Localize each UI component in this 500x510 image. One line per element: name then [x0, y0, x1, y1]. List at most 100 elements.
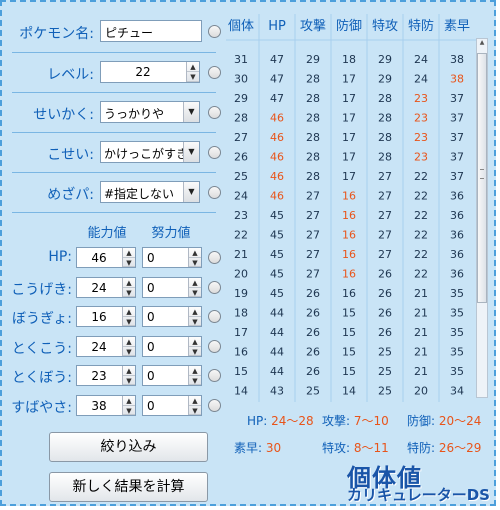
stat-row-label: こうげき: — [11, 282, 72, 298]
level-spin-buttons[interactable]: ▲ ▼ — [186, 62, 199, 82]
hidden-power-select[interactable]: #指定しない ▼ — [100, 181, 200, 203]
nature-radio[interactable] — [208, 106, 221, 119]
table-cell: 44 — [270, 307, 284, 320]
ev-value-stepper[interactable]: 0 ▲ ▼ — [142, 365, 202, 386]
spin-down-icon[interactable]: ▼ — [189, 406, 201, 415]
spin-up-icon[interactable]: ▲ — [189, 278, 201, 288]
spin-up-icon[interactable]: ▲ — [123, 337, 135, 347]
spin-up-icon[interactable]: ▲ — [189, 396, 201, 406]
spin-down-icon[interactable]: ▼ — [123, 376, 135, 385]
stat-spin-buttons[interactable]: ▲ ▼ — [122, 307, 135, 326]
table-cell: 28 — [378, 131, 392, 144]
ev-spin-buttons[interactable]: ▲ ▼ — [188, 248, 201, 267]
ev-value: 0 — [147, 340, 155, 354]
stat-row-radio[interactable] — [208, 399, 221, 412]
spin-down-icon[interactable]: ▼ — [189, 258, 201, 267]
ev-value-stepper[interactable]: 0 ▲ ▼ — [142, 247, 202, 268]
spin-down-icon[interactable]: ▼ — [123, 258, 135, 267]
ev-spin-buttons[interactable]: ▲ ▼ — [188, 366, 201, 385]
table-cell: 37 — [450, 92, 464, 105]
spin-up-icon[interactable]: ▲ — [187, 62, 199, 72]
spin-down-icon[interactable]: ▼ — [189, 317, 201, 326]
stat-row-radio[interactable] — [208, 251, 221, 264]
stat-value-stepper[interactable]: 24 ▲ ▼ — [76, 277, 136, 298]
table-cell: 43 — [270, 385, 284, 398]
spin-down-icon[interactable]: ▼ — [123, 288, 135, 297]
stat-spin-buttons[interactable]: ▲ ▼ — [122, 337, 135, 356]
spin-up-icon[interactable]: ▲ — [123, 396, 135, 406]
stat-value-stepper[interactable]: 46 ▲ ▼ — [76, 247, 136, 268]
nature-select[interactable]: うっかりや ▼ — [100, 101, 200, 123]
spin-up-icon[interactable]: ▲ — [189, 337, 201, 347]
spin-down-icon[interactable]: ▼ — [189, 288, 201, 297]
spin-up-icon[interactable]: ▲ — [189, 248, 201, 258]
ev-spin-buttons[interactable]: ▲ ▼ — [188, 337, 201, 356]
stat-spin-buttons[interactable]: ▲ ▼ — [122, 396, 135, 415]
trait-select[interactable]: かけっこがすき ▼ — [100, 141, 200, 163]
chevron-down-icon[interactable]: ▼ — [183, 182, 199, 202]
stat-spin-buttons[interactable]: ▲ ▼ — [122, 248, 135, 267]
table-cell: 26 — [234, 151, 248, 164]
stat-row-radio[interactable] — [208, 340, 221, 353]
stat-row-radio[interactable] — [208, 310, 221, 323]
table-cell: 45 — [270, 248, 284, 261]
ev-value-stepper[interactable]: 0 ▲ ▼ — [142, 277, 202, 298]
level-stepper[interactable]: 22 ▲ ▼ — [100, 61, 200, 83]
ev-spin-buttons[interactable]: ▲ ▼ — [188, 307, 201, 326]
chevron-down-icon[interactable]: ▼ — [183, 142, 199, 162]
spin-down-icon[interactable]: ▼ — [189, 376, 201, 385]
table-cell: 23 — [234, 209, 248, 222]
spin-up-icon[interactable]: ▲ — [123, 278, 135, 288]
spin-down-icon[interactable]: ▼ — [123, 317, 135, 326]
trait-radio[interactable] — [208, 146, 221, 159]
pokemon-name-input[interactable]: ピチュー — [100, 20, 202, 42]
spin-up-icon[interactable]: ▲ — [123, 248, 135, 258]
recalculate-button[interactable]: 新しく結果を計算 — [49, 472, 208, 502]
ev-spin-buttons[interactable]: ▲ ▼ — [188, 396, 201, 415]
ev-value-stepper[interactable]: 0 ▲ ▼ — [142, 336, 202, 357]
table-cell: 22 — [414, 190, 428, 203]
stat-spin-buttons[interactable]: ▲ ▼ — [122, 366, 135, 385]
spin-down-icon[interactable]: ▼ — [189, 347, 201, 356]
table-scrollbar[interactable]: ▲ — [476, 38, 488, 398]
spin-up-icon[interactable]: ▲ — [123, 366, 135, 376]
stat-value-stepper[interactable]: 16 ▲ ▼ — [76, 306, 136, 327]
ev-spin-buttons[interactable]: ▲ ▼ — [188, 278, 201, 297]
stat-value-stepper[interactable]: 38 ▲ ▼ — [76, 395, 136, 416]
table-cell: 45 — [270, 229, 284, 242]
stat-value-stepper[interactable]: 23 ▲ ▼ — [76, 365, 136, 386]
table-header[interactable]: 特防 — [408, 18, 434, 34]
spin-up-icon[interactable]: ▲ — [189, 366, 201, 376]
spin-up-icon[interactable]: ▲ — [123, 307, 135, 317]
table-header[interactable]: 特攻 — [372, 19, 398, 34]
table-cell: 29 — [378, 53, 392, 66]
table-header[interactable]: HP — [268, 19, 286, 34]
table-cell: 24 — [414, 53, 428, 66]
pokemon-radio[interactable] — [208, 25, 221, 38]
table-cell: 37 — [450, 170, 464, 183]
stat-row-radio[interactable] — [208, 281, 221, 294]
table-header[interactable]: 攻撃 — [300, 18, 326, 34]
spin-up-icon[interactable]: ▲ — [189, 307, 201, 317]
table-header[interactable]: 素早 — [444, 19, 470, 34]
ev-value-stepper[interactable]: 0 ▲ ▼ — [142, 395, 202, 416]
table-cell: 27 — [306, 229, 320, 242]
spd-range-label: 特防: — [407, 441, 436, 455]
spin-down-icon[interactable]: ▼ — [187, 72, 199, 82]
scrollbar-thumb[interactable] — [477, 53, 487, 303]
scroll-up-icon[interactable]: ▲ — [478, 39, 486, 51]
level-radio[interactable] — [208, 66, 221, 79]
spin-down-icon[interactable]: ▼ — [123, 347, 135, 356]
ev-value-stepper[interactable]: 0 ▲ ▼ — [142, 306, 202, 327]
chevron-down-icon[interactable]: ▼ — [183, 102, 199, 122]
table-header[interactable]: 個体 — [228, 19, 254, 34]
table-cell: 35 — [450, 307, 464, 320]
stat-spin-buttons[interactable]: ▲ ▼ — [122, 278, 135, 297]
stat-value-stepper[interactable]: 24 ▲ ▼ — [76, 336, 136, 357]
filter-button[interactable]: 絞り込み — [49, 432, 208, 462]
nature-label: せいかく: — [33, 107, 94, 123]
table-header[interactable]: 防御 — [336, 18, 362, 34]
spin-down-icon[interactable]: ▼ — [123, 406, 135, 415]
hidden-power-radio[interactable] — [208, 186, 221, 199]
stat-row-radio[interactable] — [208, 369, 221, 382]
